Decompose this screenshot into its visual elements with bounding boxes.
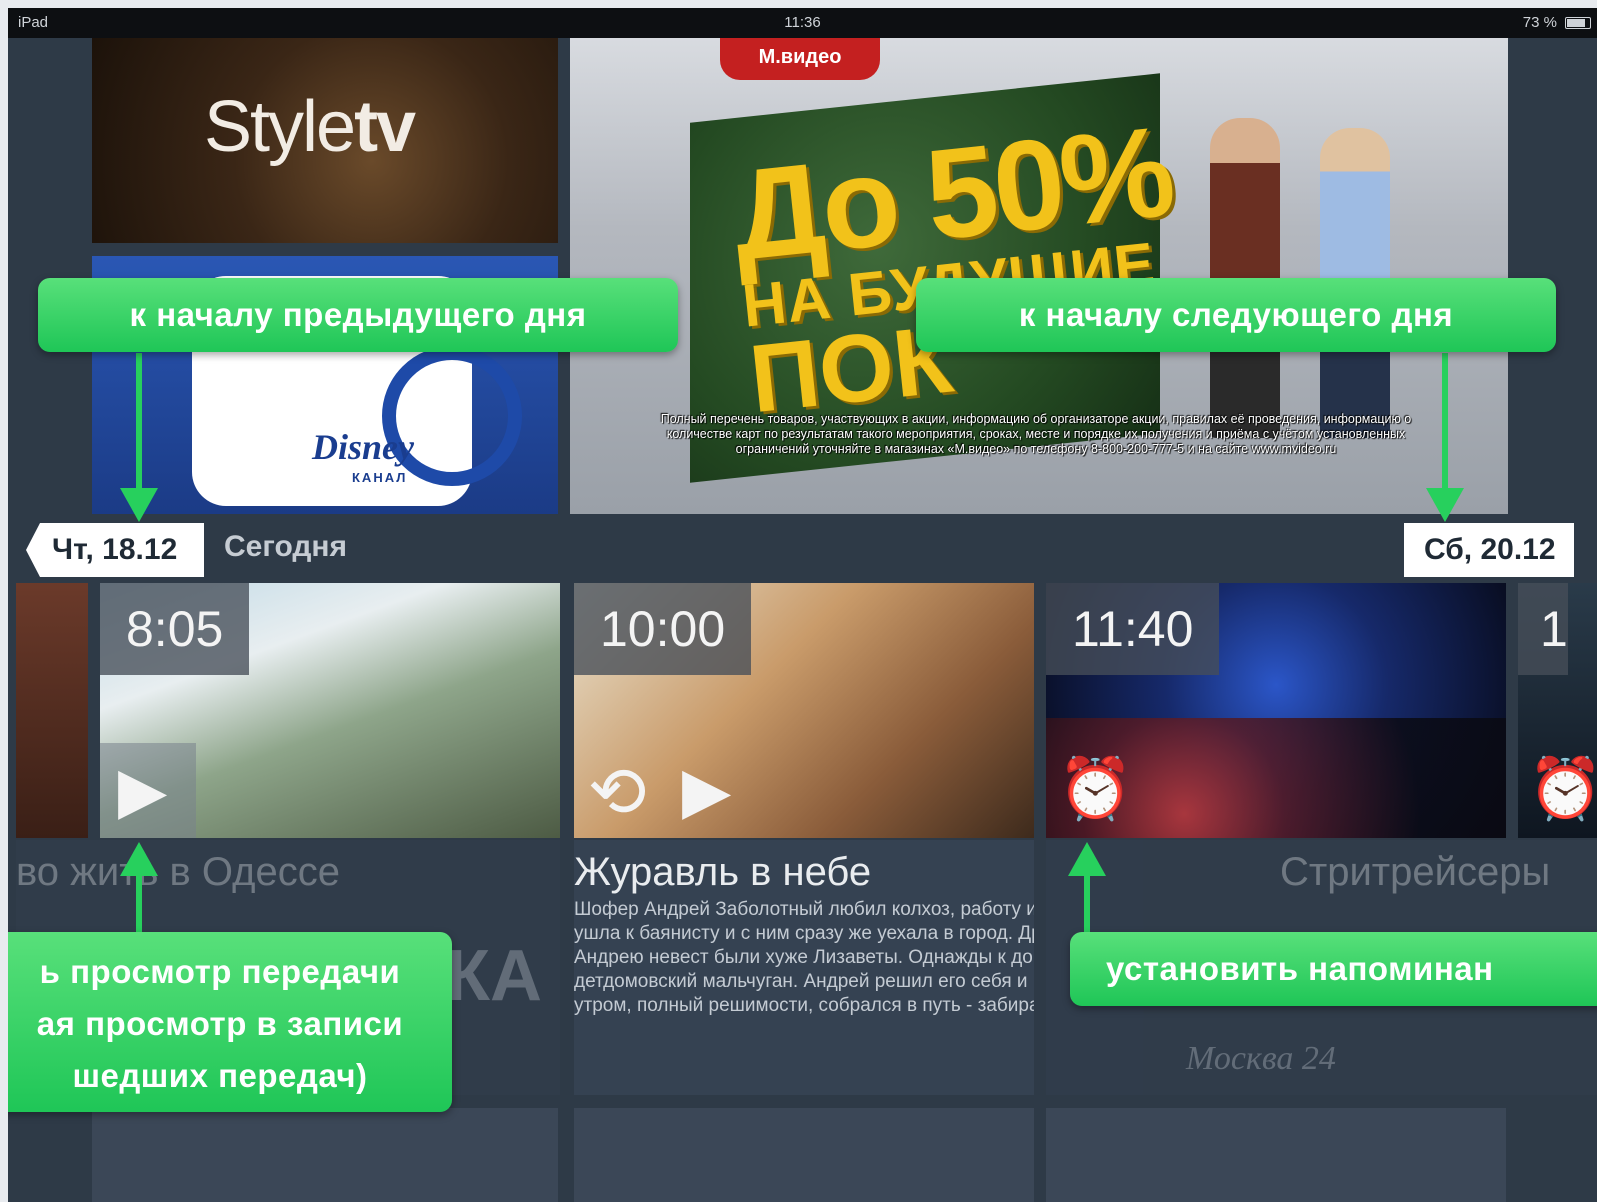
channel-tile[interactable] (92, 1108, 558, 1202)
play-icon[interactable]: ▶ (682, 753, 731, 828)
program-info[interactable]: Журавль в небе Шофер Андрей Заболотный л… (574, 840, 1034, 1095)
app-screen: iPad 11:36 73 % Styletv Disney КАНАЛ М.в… (8, 8, 1597, 1202)
program-time: 10:00 (574, 583, 752, 675)
callout-watch: ь просмотр передачи ая просмотр в записи… (8, 932, 452, 1112)
callout-prev-day: к началу предыдущего дня (38, 278, 678, 352)
arrow-next-day (1442, 353, 1448, 493)
program-extra: КА (446, 936, 542, 1016)
program-card-partial-left[interactable] (16, 583, 88, 838)
program-time: 1 (1518, 583, 1568, 675)
callout-next-day: к началу следующего дня (916, 278, 1556, 352)
program-card-partial-right[interactable]: 1 ⏰ (1518, 583, 1597, 838)
program-card[interactable]: 10:00 ⟲ ▶ (574, 583, 1034, 838)
program-title: Стритрейсеры (1280, 850, 1551, 894)
arrowhead (1068, 842, 1106, 876)
ad-banner[interactable]: М.видео До 50% НА БУДУЩИЕ ПОК Полный пер… (570, 38, 1508, 514)
alarm-icon[interactable]: ⏰ (1058, 753, 1133, 824)
program-card[interactable] (574, 1108, 1034, 1202)
arrow-prev-day (136, 353, 142, 493)
program-description: Шофер Андрей Заболотный любил колхоз, ра… (574, 899, 1034, 1016)
program-title: во жить в Одессе (16, 850, 340, 894)
program-card[interactable] (1046, 1108, 1506, 1202)
alarm-icon[interactable]: ⏰ (1528, 753, 1597, 824)
today-label[interactable]: Сегодня (224, 530, 347, 564)
program-time: 8:05 (100, 583, 250, 675)
prev-day-button[interactable]: Чт, 18.12 (26, 523, 204, 577)
play-icon[interactable]: ▶ (118, 753, 167, 828)
replay-icon[interactable]: ⟲ (588, 751, 647, 833)
arrowhead (120, 488, 158, 522)
program-card[interactable]: 11:40 ⏰ (1046, 583, 1506, 838)
program-card[interactable]: 8:05 ▶ (100, 583, 560, 838)
battery-percent: 73 % (1522, 14, 1557, 31)
channel-tile-styletv[interactable]: Styletv (92, 38, 558, 243)
status-bar: iPad 11:36 73 % (8, 8, 1597, 38)
callout-reminder: установить напоминан (1070, 932, 1597, 1006)
program-time: 11:40 (1046, 583, 1220, 675)
status-time: 11:36 (784, 14, 821, 31)
styletv-logo: Styletv (204, 87, 416, 167)
arrowhead (120, 842, 158, 876)
next-day-button[interactable]: Сб, 20.12 (1404, 523, 1574, 577)
channel-logo: Москва 24 (1186, 1040, 1336, 1077)
ad-headline: До 50% НА БУДУЩИЕ ПОК (725, 99, 1178, 433)
ad-legal-text: Полный перечень товаров, участвующих в а… (660, 412, 1412, 456)
arrowhead (1426, 488, 1464, 522)
battery-icon (1565, 17, 1591, 29)
program-title: Журавль в небе (574, 850, 872, 894)
ad-shop-logo: М.видео (720, 38, 880, 80)
